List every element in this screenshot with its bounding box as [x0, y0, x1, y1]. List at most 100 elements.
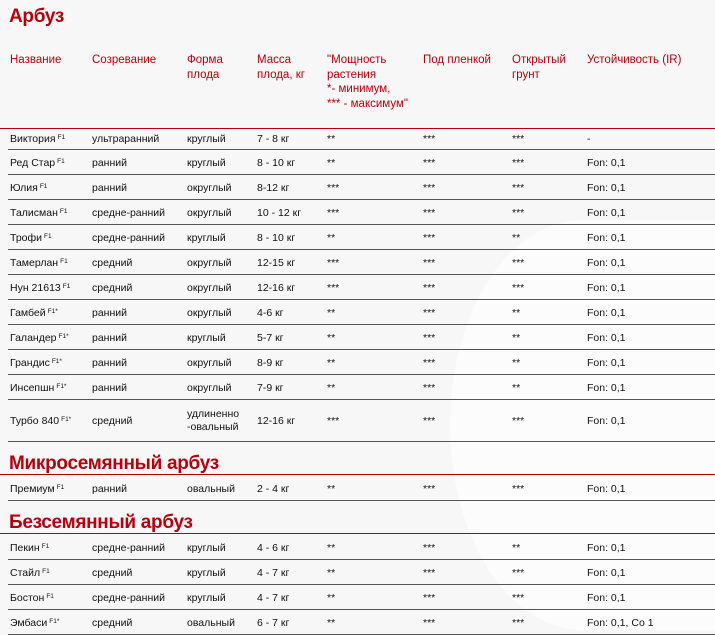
header-greenhouse: Под пленкой — [423, 54, 491, 66]
variety-name-text: Нун 21613 — [10, 282, 61, 294]
cell-shape: овальный — [187, 483, 235, 495]
cell-vigor: *** — [327, 415, 340, 427]
variety-name-text: Трофи — [10, 232, 43, 244]
cell-greenhouse: *** — [423, 133, 436, 145]
cell-ripening: средний — [92, 617, 133, 629]
cell-shape: удлиненно -овальный — [187, 408, 240, 433]
header-vigor-line: "Мощность — [327, 54, 387, 66]
variety-name: Премиум F1 — [10, 483, 64, 496]
cell-open-field: ** — [512, 357, 521, 369]
cell-open-field: ** — [512, 232, 521, 244]
hybrid-mark: F1* — [56, 383, 67, 390]
header-mass: Масса плода, кг — [257, 53, 305, 82]
cell-greenhouse: *** — [423, 542, 436, 554]
cell-ripening: ранний — [92, 382, 128, 394]
variety-name-text: Грандис — [10, 357, 50, 369]
cell-mass: 5-7 кг — [257, 332, 284, 344]
cell-open-field: *** — [512, 157, 525, 169]
cell-shape: округлый — [187, 357, 232, 369]
hybrid-mark: F1 — [46, 593, 54, 600]
cell-greenhouse: *** — [423, 415, 436, 427]
cell-mass: 12-16 кг — [257, 282, 296, 294]
cell-open-field: *** — [512, 282, 525, 294]
cell-mass: 4-6 кг — [257, 307, 284, 319]
cell-shape: круглый — [187, 157, 226, 169]
cell-ripening: средний — [92, 257, 133, 269]
cell-ripening: ранний — [92, 332, 128, 344]
section-header: Микросемянный арбуз — [0, 453, 715, 475]
cell-ripening: ранний — [92, 307, 128, 319]
cell-open-field: *** — [512, 133, 525, 145]
variety-name: Ред Стар F1 — [10, 157, 65, 170]
cell-vigor: *** — [327, 207, 340, 219]
hybrid-mark: F1* — [58, 333, 69, 340]
section-title: Безсемянный арбуз — [9, 512, 193, 533]
cell-greenhouse: *** — [423, 257, 436, 269]
table-row: Турбо 840 F1* средний удлиненно -овальный 12… — [8, 400, 715, 442]
table-row: Тамерлан F1 средний округлый 12-15 кг *** *** *… — [8, 250, 715, 275]
cell-resistance: Fon: 0,1 — [587, 332, 626, 344]
cell-open-field: ** — [512, 307, 521, 319]
hybrid-mark: F1 — [60, 258, 68, 265]
cell-resistance: Fon: 0,1 — [587, 382, 626, 394]
cell-mass: 7 - 8 кг — [257, 133, 290, 145]
variety-name: Гамбей F1* — [10, 307, 58, 320]
cell-shape: круглый — [187, 542, 226, 554]
cell-vigor: ** — [327, 357, 336, 369]
header-vigor-line: *- минимум, — [327, 83, 391, 95]
hybrid-mark: F1 — [44, 233, 52, 240]
cell-vigor: *** — [327, 182, 340, 194]
cell-shape: круглый — [187, 232, 226, 244]
table-row: Грандис F1* ранний округлый 8-9 кг ** *** ** Fon… — [8, 350, 715, 375]
cell-mass: 12-15 кг — [257, 257, 296, 269]
cell-open-field: *** — [512, 617, 525, 629]
header-open-field: Открытый грунт — [512, 53, 566, 82]
cell-greenhouse: *** — [423, 567, 436, 579]
table-row: Пекин F1 средне-ранний круглый 4 - 6 кг ** ***… — [8, 535, 715, 560]
hybrid-mark: F1 — [39, 183, 48, 190]
cell-resistance: Fon: 0,1 — [587, 307, 626, 319]
hybrid-mark: F1 — [62, 283, 71, 290]
table-row: Галандер F1* ранний круглый 5-7 кг ** *** ** Fon… — [8, 325, 715, 350]
cell-ripening: средне-ранний — [92, 592, 165, 604]
variety-name: Инсепшн F1* — [10, 382, 66, 395]
cell-vigor: ** — [327, 382, 336, 394]
cell-vigor: ** — [327, 617, 336, 629]
cell-greenhouse: *** — [423, 207, 436, 219]
variety-name: Нун 21613 F1 — [10, 282, 70, 295]
cell-shape: овальный — [187, 617, 235, 629]
cell-vigor: ** — [327, 232, 336, 244]
table-row: Стайл F1 средний круглый 4 - 7 кг ** *** *** Fon… — [8, 560, 715, 585]
table-row: Трофи F1 средне-ранний круглый 8 - 10 кг ** **… — [8, 225, 715, 250]
header-vigor-line: *** - максимум" — [327, 97, 408, 110]
hybrid-mark: F1* — [51, 358, 62, 365]
cell-mass: 10 - 12 кг — [257, 207, 302, 219]
cell-ripening: ранний — [92, 157, 128, 169]
cell-greenhouse: *** — [423, 483, 436, 495]
cell-greenhouse: *** — [423, 592, 436, 604]
cell-resistance: - — [587, 133, 591, 145]
cell-mass: 8 - 10 кг — [257, 232, 296, 244]
variety-name-text: Тамерлан — [10, 257, 59, 269]
variety-name-text: Ред Стар — [10, 157, 56, 169]
hybrid-mark: F1 — [59, 208, 68, 215]
cell-mass: 6 - 7 кг — [257, 617, 290, 629]
cell-open-field: *** — [512, 567, 525, 579]
cell-shape: круглый — [187, 133, 226, 145]
table-header: Название Созревание Форма плода Масса плод… — [0, 53, 715, 129]
variety-name-text: Талисман — [10, 207, 58, 219]
cell-greenhouse: *** — [423, 282, 436, 294]
cell-vigor: ** — [327, 567, 336, 579]
header-ripening: Созревание — [92, 54, 157, 66]
header-vigor: "Мощность растения *- минимум, *** - максим… — [327, 53, 408, 111]
header-shape: Форма плода — [187, 53, 223, 82]
cell-vigor: ** — [327, 157, 336, 169]
cell-vigor: ** — [327, 592, 336, 604]
table-row: Бостон F1 средне-ранний круглый 4 - 7 кг ** **… — [8, 585, 715, 610]
variety-name-text: Турбо 840 — [10, 415, 60, 427]
table-row: Виктория F1 ультраранний круглый 7 - 8 кг ** *… — [8, 128, 715, 150]
variety-name: Трофи F1 — [10, 232, 52, 245]
header-mass-line: Масса — [257, 54, 292, 66]
cell-greenhouse: *** — [423, 157, 436, 169]
cell-resistance: Fon: 0,1 — [587, 592, 626, 604]
